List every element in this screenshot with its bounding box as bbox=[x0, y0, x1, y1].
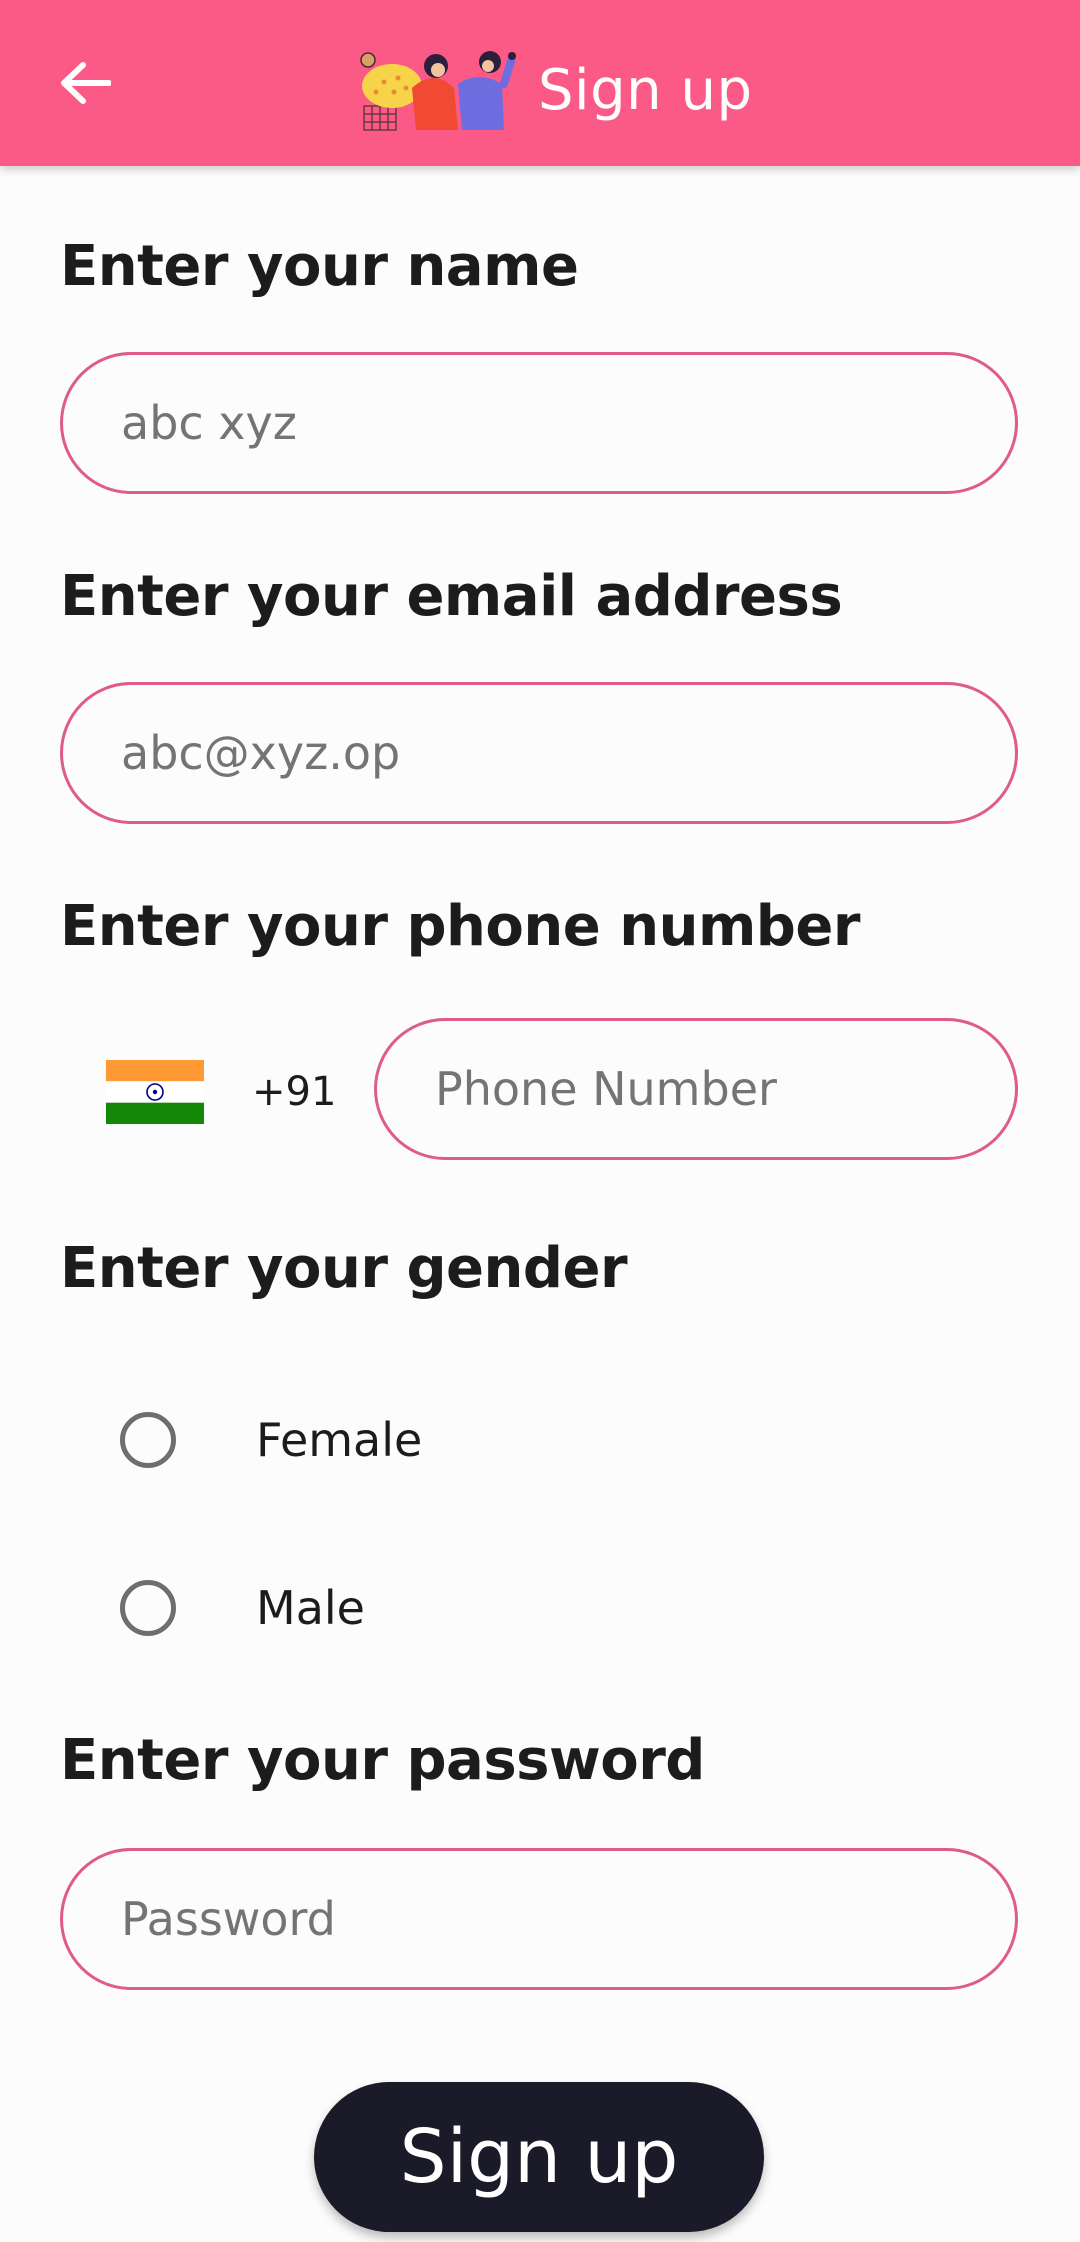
country-code-picker[interactable]: +91 bbox=[94, 1040, 344, 1144]
gender-label: Enter your gender bbox=[60, 1236, 628, 1301]
arrow-left-icon bbox=[61, 62, 111, 104]
email-label: Enter your email address bbox=[60, 564, 843, 629]
name-field-container bbox=[60, 352, 1018, 494]
page-title: Sign up bbox=[538, 57, 753, 123]
password-label: Enter your password bbox=[60, 1728, 705, 1793]
email-input[interactable] bbox=[121, 726, 1015, 780]
phone-input[interactable] bbox=[435, 1062, 1015, 1116]
sign-up-button[interactable]: Sign up bbox=[314, 2082, 764, 2232]
female-radio[interactable] bbox=[120, 1412, 176, 1468]
male-label: Male bbox=[256, 1581, 365, 1635]
phone-field-container bbox=[374, 1018, 1018, 1160]
female-label: Female bbox=[256, 1413, 423, 1467]
name-input[interactable] bbox=[121, 396, 1015, 450]
male-radio[interactable] bbox=[120, 1580, 176, 1636]
name-label: Enter your name bbox=[60, 234, 579, 299]
country-code: +91 bbox=[252, 1069, 337, 1115]
email-field-container bbox=[60, 682, 1018, 824]
gender-option-female[interactable]: Female bbox=[120, 1390, 422, 1490]
app-brand: Sign up bbox=[354, 48, 752, 132]
gender-option-male[interactable]: Male bbox=[120, 1558, 365, 1658]
phone-label: Enter your phone number bbox=[60, 894, 860, 959]
people-illustration-icon bbox=[360, 51, 516, 131]
password-field-container bbox=[60, 1848, 1018, 1990]
back-button[interactable] bbox=[50, 48, 120, 118]
password-input[interactable] bbox=[121, 1892, 1015, 1946]
india-flag-icon bbox=[106, 1060, 204, 1124]
app-bar: Sign up bbox=[0, 0, 1080, 166]
